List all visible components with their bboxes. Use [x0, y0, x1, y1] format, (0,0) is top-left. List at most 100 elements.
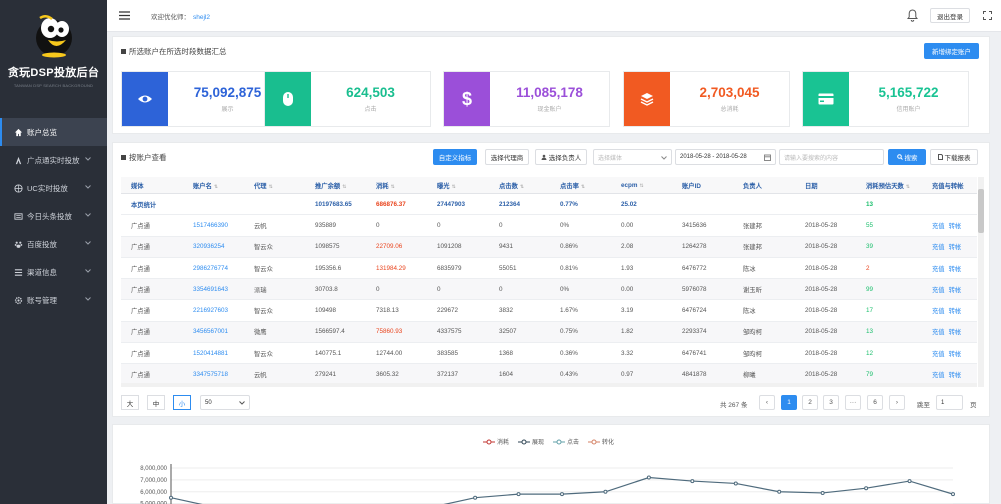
sort-icon[interactable]: ⇅	[520, 184, 524, 190]
sort-icon[interactable]: ⇅	[269, 184, 273, 190]
data-point[interactable]	[777, 489, 782, 494]
recharge-link[interactable]: 充值	[932, 223, 945, 230]
next-page-button[interactable]: ›	[889, 395, 905, 410]
newspaper-icon	[13, 211, 23, 221]
transfer-link[interactable]: 转帐	[949, 244, 962, 251]
page-size-select[interactable]: 50	[200, 395, 250, 410]
add-account-button[interactable]: 新增绑定账户	[924, 43, 979, 59]
data-point[interactable]	[951, 492, 955, 497]
table-cell: 陈冰	[743, 265, 756, 273]
username[interactable]: shejl2	[193, 14, 210, 21]
account-name-link[interactable]: 2986276774	[183, 265, 244, 272]
search-input[interactable]: 请输入要搜索的内容	[779, 149, 884, 165]
column-header: 日期	[805, 182, 818, 190]
data-point[interactable]	[560, 492, 564, 497]
account-name-link[interactable]: 2216927603	[183, 307, 244, 314]
logout-button[interactable]: 退出登录	[930, 8, 970, 23]
jump-page-input[interactable]: 1	[936, 395, 963, 410]
media-select[interactable]: 选择媒体	[593, 149, 672, 165]
account-name-link[interactable]: 320936254	[183, 243, 244, 250]
select-owner-button[interactable]: 选择负责人	[535, 149, 587, 165]
sidebar-item-label: UC实时投放	[27, 183, 68, 193]
table-cell: 谢玉昕	[743, 286, 762, 294]
account-name-link[interactable]: 3347575718	[183, 371, 244, 378]
fullscreen-icon[interactable]	[983, 11, 992, 20]
size-large-button[interactable]: 大	[121, 395, 139, 410]
date-range-picker[interactable]: 2018-05-28 - 2018-05-28	[675, 149, 776, 165]
transfer-link[interactable]: 转帐	[949, 308, 962, 315]
data-point[interactable]	[864, 486, 869, 491]
account-name-link[interactable]: 3456567001	[183, 328, 244, 335]
prev-page-button[interactable]: ‹	[759, 395, 775, 410]
sort-icon[interactable]: ⇅	[906, 184, 910, 190]
table-cell: 12	[866, 349, 874, 357]
table-horizontal-scrollbar[interactable]	[121, 383, 977, 387]
data-point[interactable]	[733, 481, 738, 486]
sort-icon[interactable]: ⇅	[342, 184, 346, 190]
table-row: 广点通 3354691643 派瑞 30703.8 0 0 0 0% 0.00 5976078 谢玉…	[121, 279, 977, 301]
sort-icon[interactable]: ⇅	[639, 183, 643, 189]
data-point[interactable]	[646, 475, 651, 480]
size-small-button[interactable]: 小	[173, 395, 191, 410]
recharge-link[interactable]: 充值	[932, 287, 945, 294]
transfer-link[interactable]: 转帐	[949, 266, 962, 273]
sidebar-item-gdt-realtime[interactable]: 广点通实时投放	[0, 146, 107, 174]
sidebar-item-account-overview[interactable]: 账户总览	[0, 118, 107, 146]
search-button[interactable]: 搜索	[888, 149, 926, 165]
recharge-link[interactable]: 充值	[932, 372, 945, 379]
transfer-link[interactable]: 转帐	[949, 287, 962, 294]
table-cell: 智云众	[254, 308, 273, 316]
account-name-link[interactable]: 3354691643	[183, 286, 244, 293]
page-2-button[interactable]: 2	[802, 395, 818, 410]
table-cell: 2.08	[621, 243, 634, 251]
sort-icon[interactable]: ⇅	[581, 184, 585, 190]
account-name-link[interactable]: 1517466390	[183, 222, 244, 229]
data-point[interactable]	[603, 489, 608, 494]
size-medium-button[interactable]: 中	[147, 395, 165, 410]
sidebar-item-toutiao[interactable]: 今日头条投放	[0, 202, 107, 230]
select-agent-button[interactable]: 选择代理商	[485, 149, 529, 165]
column-header: 曝光 ⇅	[437, 182, 456, 190]
transfer-link[interactable]: 转帐	[949, 372, 962, 379]
sidebar-item-baidu[interactable]: 百度投放	[0, 230, 107, 258]
table-cell: 2018-05-28	[805, 371, 838, 379]
data-point[interactable]	[907, 479, 912, 484]
custom-metrics-button[interactable]: 自定义指标	[433, 149, 477, 165]
page-1-button[interactable]: 1	[781, 395, 797, 410]
page-6-button[interactable]: 6	[867, 395, 883, 410]
recharge-link[interactable]: 充值	[932, 244, 945, 251]
page-3-button[interactable]: 3	[823, 395, 839, 410]
row-actions: 充值 转帐	[922, 349, 977, 358]
jump-label: 跳至	[917, 402, 930, 409]
sort-icon[interactable]: ⇅	[214, 184, 218, 190]
data-point[interactable]	[473, 495, 478, 500]
bell-icon[interactable]	[907, 9, 918, 22]
sort-icon[interactable]: ⇅	[452, 184, 456, 190]
data-point[interactable]	[169, 495, 173, 500]
sidebar-item-channel-info[interactable]: 渠道信息	[0, 258, 107, 286]
recharge-link[interactable]: 充值	[932, 308, 945, 315]
transfer-link[interactable]: 转帐	[949, 351, 962, 358]
download-report-button[interactable]: 下载报表	[930, 149, 978, 165]
sort-icon[interactable]: ⇅	[391, 184, 395, 190]
scroll-thumb[interactable]	[978, 189, 984, 233]
table-cell: 79	[866, 371, 874, 379]
table-cell: 云帆	[254, 372, 267, 380]
data-point[interactable]	[820, 490, 825, 495]
recharge-link[interactable]: 充值	[932, 266, 945, 273]
sidebar-item-uc-realtime[interactable]: UC实时投放	[0, 174, 107, 202]
y-tick-label: 6,000,000	[140, 490, 167, 496]
recharge-link[interactable]: 充值	[932, 351, 945, 358]
transfer-link[interactable]: 转帐	[949, 329, 962, 336]
table-cell: 1.93	[621, 264, 634, 272]
chevron-down-icon	[661, 156, 667, 160]
menu-toggle-icon[interactable]	[119, 11, 130, 20]
recharge-link[interactable]: 充值	[932, 329, 945, 336]
page-ellipsis[interactable]: ···	[845, 395, 861, 410]
data-point[interactable]	[516, 492, 521, 497]
sidebar-item-account-mgmt[interactable]: 账号管理	[0, 286, 107, 314]
account-name-link[interactable]: 1520414881	[183, 350, 244, 357]
data-point[interactable]	[690, 479, 695, 484]
transfer-link[interactable]: 转帐	[949, 223, 962, 230]
table-vertical-scrollbar[interactable]	[978, 177, 984, 387]
